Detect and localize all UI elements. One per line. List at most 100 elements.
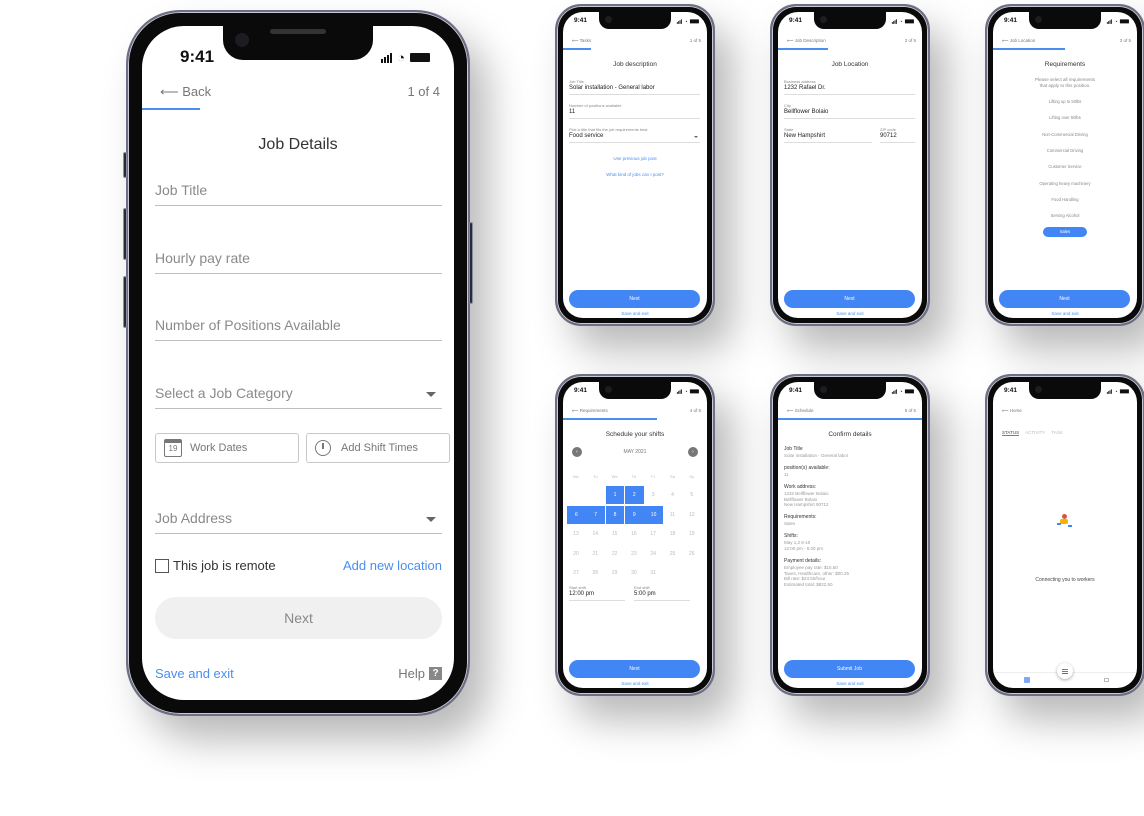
back-button[interactable]: ⟵ Job Location [1002, 38, 1035, 44]
calendar-day[interactable]: 15 [606, 525, 624, 543]
calendar-day[interactable]: 21 [586, 545, 604, 563]
screen: 9:41 ◔ ⟵ Tasks 1 of 5 Job description Jo… [563, 12, 707, 318]
calendar-day[interactable]: 19 [683, 525, 701, 543]
back-button[interactable]: ⟵ Home [1002, 408, 1022, 414]
field-label: Start shift [569, 585, 586, 590]
save-exit-link[interactable]: Save and exit [778, 681, 922, 686]
requirement-option[interactable]: Lifting over 50lbs [993, 115, 1137, 120]
calendar-day[interactable]: 30 [625, 564, 643, 582]
next-button[interactable]: Next [569, 290, 700, 308]
confirm-section: Shifts: May 1,2 6-10 12:00 pm - 5:00 pm [784, 533, 915, 552]
back-button[interactable]: ⟵ Job Description [787, 38, 826, 44]
tab-activity[interactable]: ACTIVITY [1025, 430, 1045, 436]
business-address-input[interactable]: 1232 Rafael Dr. [784, 85, 826, 91]
zip-input[interactable]: 90712 [880, 133, 897, 139]
calendar-day[interactable]: 4 [664, 486, 682, 504]
requirement-option[interactable]: Non-Commercial Driving [993, 132, 1137, 137]
notch [223, 26, 373, 60]
calendar-day[interactable]: 20 [567, 545, 585, 563]
calendar-day[interactable]: 26 [683, 545, 701, 563]
divider [634, 600, 690, 601]
calendar-day[interactable]: 25 [664, 545, 682, 563]
requirement-option[interactable]: Food Handling [993, 197, 1137, 202]
calendar-day[interactable]: 10 [644, 505, 663, 524]
remote-checkbox[interactable] [155, 558, 169, 573]
home-nav-icon[interactable] [1024, 677, 1030, 683]
status-time: 9:41 [1004, 17, 1018, 24]
state-input[interactable]: New Hampshirt [784, 133, 825, 139]
calendar-day[interactable]: 23 [625, 545, 643, 563]
calendar-day[interactable]: 24 [644, 545, 662, 563]
calendar-day[interactable]: 31 [644, 564, 662, 582]
add-location-link[interactable]: Add new location [343, 558, 442, 573]
positions-input[interactable]: 11 [569, 109, 575, 115]
next-button[interactable]: Next [784, 290, 915, 308]
back-button[interactable]: ⟵ Back [160, 84, 211, 100]
save-exit-link[interactable]: Save and exit [563, 311, 707, 316]
phone-confirm: 9:41 ◔ ⟵ Schedule 5 of 5 Confirm details… [770, 374, 930, 696]
calendar-day[interactable]: 14 [586, 525, 604, 543]
calendar-day[interactable]: 5 [683, 486, 701, 504]
use-previous-link[interactable]: Use previous job post [563, 156, 707, 161]
calendar-day[interactable]: 11 [664, 506, 682, 524]
job-address-select[interactable]: Job Address [155, 510, 442, 534]
positions-input[interactable]: Number of Positions Available [155, 317, 442, 341]
save-exit-link[interactable]: Save and exit [563, 681, 707, 686]
mute-switch [123, 152, 127, 178]
confirm-section: Work address: 1232 Bellflower Bolaio Bellf… [784, 484, 915, 509]
center-fab-button[interactable] [1057, 663, 1073, 679]
requirement-option[interactable]: Operating heavy machinery [993, 181, 1137, 186]
tab-status[interactable]: STATUS [1002, 430, 1020, 436]
calendar-day[interactable]: 13 [567, 525, 585, 543]
requirement-option[interactable]: Commercial Driving [993, 148, 1137, 153]
field-label: City [784, 103, 791, 108]
submit-job-button[interactable]: Submit Job [784, 660, 915, 678]
shift-times-button[interactable]: Add Shift Times [306, 433, 450, 463]
job-title-input[interactable]: Solar installation - General labor [569, 85, 655, 91]
battery-icon [410, 53, 430, 62]
help-button[interactable]: Help ? [398, 666, 442, 681]
requirement-option[interactable]: Lifting up to 50lbs [993, 99, 1137, 104]
calendar-day[interactable]: 1 [605, 486, 625, 504]
calendar-day[interactable]: 17 [644, 525, 662, 543]
what-jobs-link[interactable]: What kind of jobs can I post? [563, 172, 707, 177]
calendar-day[interactable]: 2 [624, 486, 644, 504]
requirement-option[interactable]: Serving Alcohol [993, 213, 1137, 218]
back-button[interactable]: ⟵ Tasks [572, 38, 591, 44]
save-exit-link[interactable]: Save and exit [155, 666, 234, 681]
back-button[interactable]: ⟵ Schedule [787, 408, 813, 414]
job-category-select[interactable]: Select a Job Category [155, 385, 442, 409]
calendar-day[interactable]: 6 [567, 505, 586, 524]
next-button[interactable]: Next [569, 660, 700, 678]
next-button[interactable]: Next [155, 597, 442, 639]
calendar-day[interactable]: 9 [624, 505, 644, 524]
city-input[interactable]: Bellflower Bolaio [784, 109, 828, 115]
calendar-day[interactable]: 16 [625, 525, 643, 543]
calendar-day[interactable]: 27 [567, 564, 585, 582]
calendar-day[interactable]: 8 [605, 505, 625, 524]
job-title-select[interactable]: Food service [569, 133, 700, 139]
calendar-day[interactable]: 3 [644, 486, 662, 504]
work-dates-button[interactable]: 19 Work Dates [155, 433, 299, 463]
calendar-day[interactable]: 18 [664, 525, 682, 543]
back-button[interactable]: ⟵ Requirements [572, 408, 608, 414]
calendar-day[interactable]: 28 [586, 564, 604, 582]
save-exit-link[interactable]: Save and exit [778, 311, 922, 316]
calendar-day[interactable]: 12 [683, 506, 701, 524]
next-button[interactable]: Next [999, 290, 1130, 308]
end-shift-input[interactable]: 5:00 pm [634, 591, 656, 597]
remote-checkbox-row[interactable]: This job is remote [155, 558, 276, 573]
calendar-day[interactable]: 29 [606, 564, 624, 582]
save-exit-link[interactable]: Save and exit [993, 311, 1137, 316]
start-shift-input[interactable]: 12:00 pm [569, 591, 594, 597]
page-title: Confirm details [828, 431, 872, 438]
requirement-option[interactable]: Sales [1043, 227, 1087, 238]
calendar-day[interactable]: 22 [606, 545, 624, 563]
calendar-day[interactable]: 7 [586, 505, 606, 524]
chat-nav-icon[interactable] [1104, 678, 1109, 682]
tab-task[interactable]: TASK [1051, 430, 1062, 436]
pay-rate-input[interactable]: Hourly pay rate [155, 250, 442, 274]
job-title-input[interactable]: Job Title [155, 182, 442, 206]
requirement-option[interactable]: Customer Service [993, 164, 1137, 169]
next-month-button[interactable]: › [688, 447, 698, 457]
